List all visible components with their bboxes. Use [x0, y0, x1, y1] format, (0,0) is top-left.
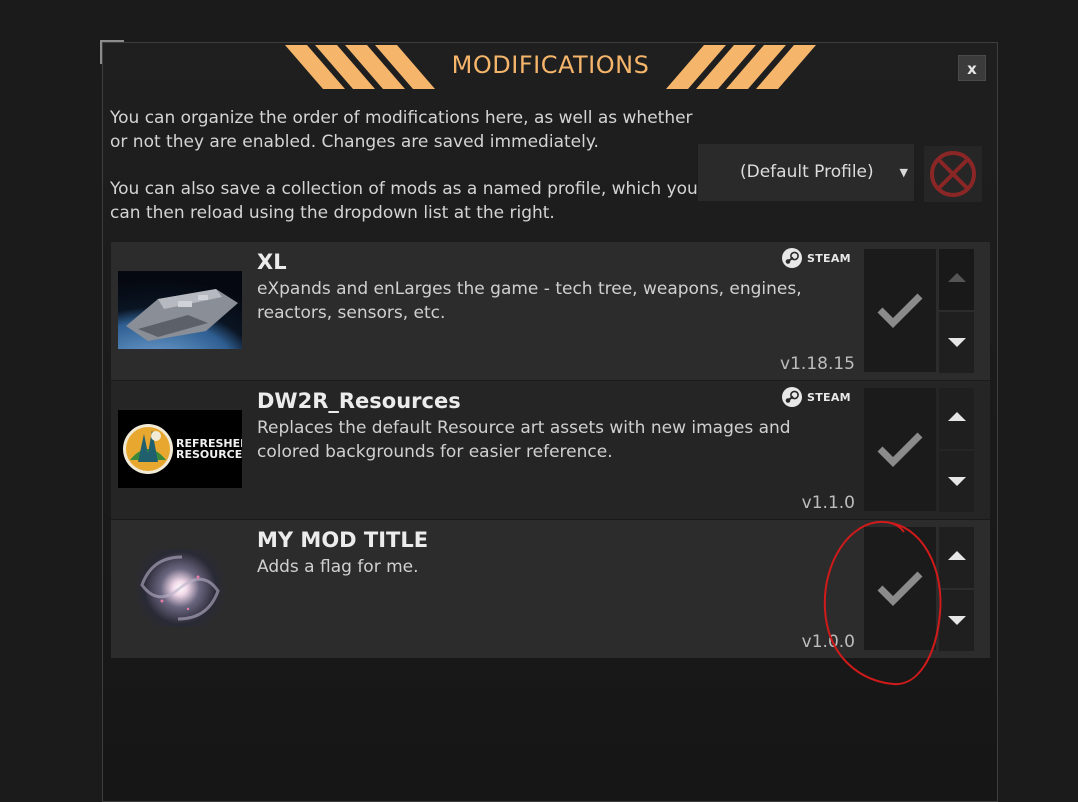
refreshed-resources-logo: REFRESHED RESOURCES [118, 410, 242, 488]
enable-checkbox[interactable] [864, 249, 936, 372]
mod-title: DW2R_Resources [257, 389, 461, 413]
move-down-button[interactable] [939, 312, 974, 373]
modifications-dialog: MODIFICATIONS x You can organize the ord… [102, 42, 998, 802]
move-up-button[interactable] [939, 388, 974, 449]
red-circle-annotation [823, 520, 942, 686]
title-stripes-right [666, 45, 816, 89]
arrow-up-icon [948, 551, 966, 560]
title-stripes-left [285, 45, 435, 89]
arrow-down-icon [948, 338, 966, 347]
steam-label: STEAM [807, 251, 851, 265]
arrow-up-icon [948, 273, 966, 282]
profile-dropdown-value: (Default Profile) [740, 162, 874, 182]
delete-profile-button[interactable] [924, 146, 982, 202]
mod-version: v1.1.0 [801, 493, 855, 513]
checkmark-icon [877, 293, 923, 328]
dialog-titlebar: MODIFICATIONS x [103, 43, 997, 91]
description-text-1: You can organize the order of modificati… [110, 108, 693, 152]
steam-label: STEAM [807, 390, 851, 404]
steam-badge: STEAM [782, 248, 851, 268]
mod-row-xl[interactable]: XL eXpands and enLarges the game - tech … [111, 242, 990, 380]
dialog-title: MODIFICATIONS [451, 51, 650, 79]
chevron-down-icon: ▼ [899, 166, 908, 179]
mod-description: eXpands and enLarges the game - tech tre… [257, 279, 802, 323]
arrow-down-icon [948, 616, 966, 625]
profile-dropdown[interactable]: (Default Profile) ▼ [698, 144, 914, 201]
steam-logo-icon [782, 248, 802, 268]
logo-text-2: RESOURCES [176, 448, 242, 461]
checkmark-icon [877, 432, 923, 467]
close-button[interactable]: x [958, 55, 986, 81]
mod-version: v1.18.15 [780, 354, 855, 374]
spaceship-image [118, 271, 242, 349]
move-down-button[interactable] [939, 451, 974, 512]
arrow-up-icon [948, 412, 966, 421]
enable-checkbox[interactable] [864, 388, 936, 511]
steam-badge: STEAM [782, 387, 851, 407]
mod-title: MY MOD TITLE [257, 528, 429, 552]
description-text-2: You can also save a collection of mods a… [110, 179, 698, 223]
galaxy-image [118, 549, 242, 627]
circle-x-icon [930, 151, 976, 197]
steam-logo-icon [782, 387, 802, 407]
move-up-button[interactable] [939, 249, 974, 310]
mod-description: Replaces the default Resource art assets… [257, 418, 791, 462]
arrow-down-icon [948, 477, 966, 486]
mod-title: XL [257, 250, 287, 274]
mod-description: Adds a flag for me. [257, 557, 419, 577]
mod-row-dw2r-resources[interactable]: REFRESHED RESOURCES DW2R_Resources Repla… [111, 381, 990, 519]
